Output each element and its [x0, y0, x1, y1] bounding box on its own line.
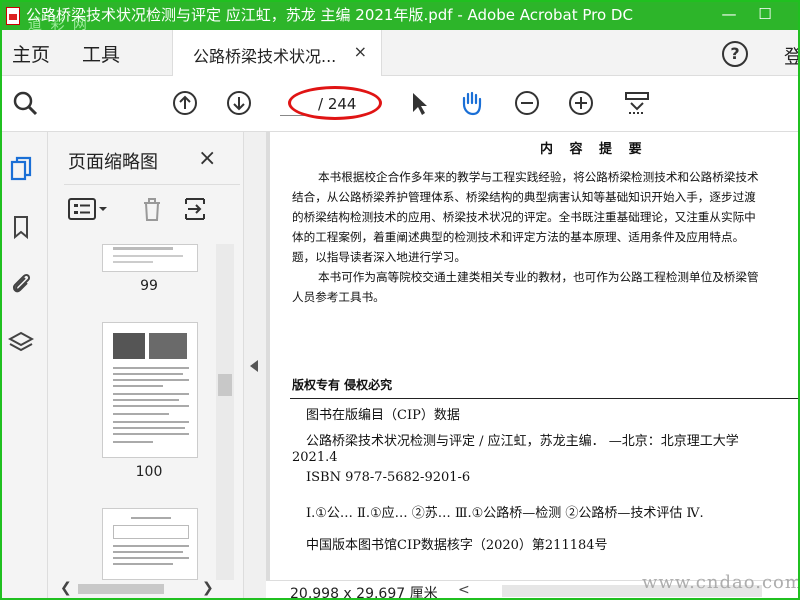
page-number-annotation-ellipse: [288, 86, 382, 120]
thumbnail-page-next[interactable]: [102, 508, 198, 580]
paragraph-line: 本书根据校企合作多年来的教学与工程实践经验，将公路桥梁检测技术和公路桥梁技术: [318, 170, 759, 184]
insert-page-icon[interactable]: [182, 195, 210, 223]
paragraph-line: 题，以指导读者深入地进行学习。: [292, 250, 466, 264]
menu-home[interactable]: 主页: [12, 40, 50, 67]
title-bar: 公路桥梁技术状况检测与评定 应江虹，苏龙 主编 2021年版.pdf - Ado…: [2, 2, 798, 33]
zoom-in-icon[interactable]: [568, 90, 594, 116]
cip-title: 图书在版编目（CIP）数据: [306, 408, 460, 423]
fit-page-icon[interactable]: [624, 90, 650, 116]
document-page: 内 容 提 要 本书根据校企合作多年来的教学与工程实践经验，将公路桥梁检测技术和…: [270, 132, 798, 580]
sign-in-label[interactable]: 登: [784, 42, 798, 69]
panel-close-button[interactable]: ×: [198, 146, 216, 171]
thumbnail-page-100[interactable]: [102, 322, 198, 458]
document-tab-label: 公路桥梁技术状况...: [193, 47, 337, 66]
layers-icon[interactable]: [8, 330, 34, 356]
panel-title: 页面缩略图: [68, 152, 158, 173]
next-page-icon[interactable]: [226, 90, 252, 116]
paragraph-line: 的桥梁结构检测技术的应用、桥梁技术状况的评定。全书既注重基础理论，又注重从实际中: [292, 210, 756, 224]
thumbnail-page-99[interactable]: [102, 244, 198, 272]
delete-page-icon[interactable]: [138, 195, 166, 223]
document-tab[interactable]: 公路桥梁技术状况... ×: [172, 30, 382, 76]
scroll-right-icon[interactable]: ❯: [202, 580, 214, 596]
thumbnail-scrollbar[interactable]: [216, 244, 234, 580]
page-heading: 内 容 提 要: [540, 142, 648, 157]
zoom-out-icon[interactable]: [514, 90, 540, 116]
document-view[interactable]: 内 容 提 要 本书根据校企合作多年来的教学与工程实践经验，将公路桥梁检测技术和…: [266, 132, 798, 580]
copyright-notice: 版权专有 侵权必究: [292, 378, 393, 392]
thumbnail-options-icon[interactable]: [68, 197, 110, 221]
bookmarks-icon[interactable]: [8, 214, 34, 240]
minimize-button[interactable]: —: [714, 2, 744, 28]
thumbnail-horizontal-scrollbar[interactable]: ❮ ❯: [56, 580, 216, 598]
thumbnail-toolbar: [64, 184, 240, 234]
help-icon[interactable]: ?: [722, 41, 748, 67]
menu-tools[interactable]: 工具: [82, 40, 120, 67]
page-thumbnails-icon[interactable]: [8, 156, 34, 182]
panel-collapse-handle[interactable]: [244, 132, 266, 598]
pdf-file-icon: [6, 7, 20, 25]
cip-year: 2021.4: [292, 450, 338, 465]
toolbar: / 244: [2, 76, 798, 132]
cip-entry: 公路桥梁技术状况检测与评定 / 应江虹，苏龙主编． —北京：北京理工大学: [306, 434, 739, 449]
thumbnail-label: 100: [135, 464, 163, 480]
tab-close-button[interactable]: ×: [354, 42, 367, 61]
hand-tool-icon[interactable]: [458, 90, 484, 116]
page-dimensions: 20.998 x 29.697 厘米: [290, 586, 438, 600]
zoom-search-icon[interactable]: [12, 90, 38, 116]
left-rail: [2, 132, 48, 598]
paragraph-line: 体的工程案例，着重阐述典型的检测技术和评定方法的基本原理、适用条件及应用特点。: [292, 230, 745, 244]
scroll-left-icon[interactable]: <: [458, 582, 470, 598]
window-title: 公路桥梁技术状况检测与评定 应江虹，苏龙 主编 2021年版.pdf - Ado…: [26, 6, 633, 24]
isbn: ISBN 978-7-5682-9201-6: [306, 470, 471, 485]
select-cursor-icon[interactable]: [406, 90, 432, 116]
collapse-arrow-icon: [250, 360, 258, 372]
classification: Ⅰ.①公… Ⅱ.①应… ②苏… Ⅲ.①公路桥—检测 ②公路桥—技术评估 Ⅳ.: [306, 506, 704, 521]
scrollbar-thumb[interactable]: [218, 374, 232, 396]
acrobat-window: 公路桥梁技术状况检测与评定 应江虹，苏龙 主编 2021年版.pdf - Ado…: [0, 0, 800, 600]
paragraph-line: 结合，从公路桥梁养护管理体系、桥梁结构的典型病害认知等基础知识开始入手，逐步过渡: [292, 190, 756, 204]
thumbnail-panel: 页面缩略图 × 99 100 ❮ ❯: [48, 132, 244, 598]
divider-line: [290, 398, 798, 399]
attachments-icon[interactable]: [8, 270, 34, 296]
scroll-left-icon[interactable]: ❮: [60, 580, 72, 596]
paragraph-line: 本书可作为高等院校交通土建类相关专业的教材，也可作为公路工程检测单位及桥梁管: [318, 270, 759, 284]
site-watermark: www.cndao.com: [642, 572, 800, 593]
menu-bar: 主页 工具: [2, 30, 798, 76]
previous-page-icon[interactable]: [172, 90, 198, 116]
cip-number: 中国版本图书馆CIP数据核字（2020）第211184号: [306, 538, 608, 553]
maximize-button[interactable]: ☐: [750, 2, 780, 28]
horizontal-scrollbar-thumb[interactable]: [78, 584, 164, 594]
paragraph-line: 人员参考工具书。: [292, 290, 385, 304]
thumbnail-label: 99: [140, 278, 158, 294]
